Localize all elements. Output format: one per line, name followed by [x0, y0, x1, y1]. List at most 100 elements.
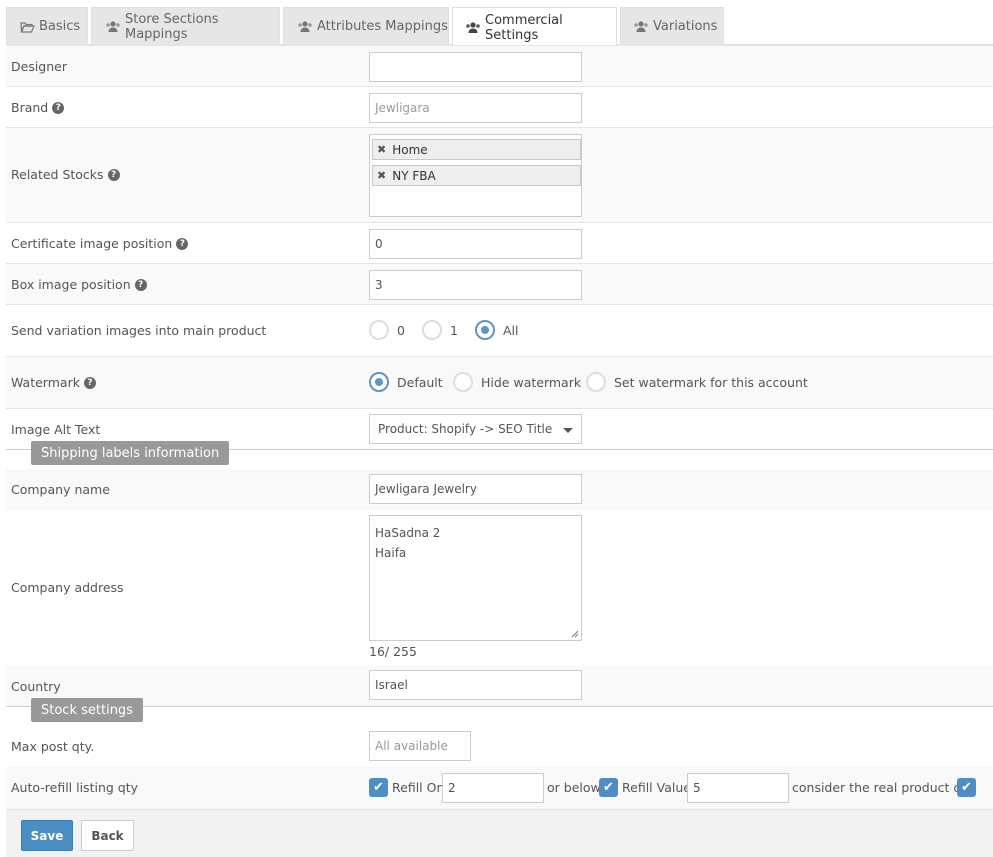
brand-label-text: Brand: [11, 100, 49, 115]
max-post-row: Max post qty. All available: [6, 726, 993, 767]
refill-value-label: Refill Value: [622, 780, 691, 795]
radio-watermark-hide[interactable]: Hide watermark: [453, 372, 581, 392]
certificate-position-label: Certificate image position ?: [11, 236, 189, 251]
users-icon: [465, 21, 481, 34]
auto-refill-row: Auto-refill listing qty ✔ Refill On 2 or…: [6, 767, 993, 809]
caret-down-icon: [563, 428, 573, 433]
radio-label: 0: [397, 322, 405, 338]
radio-circle: [453, 372, 473, 392]
radio-circle: [369, 320, 389, 340]
country-input[interactable]: Israel: [369, 670, 582, 700]
radio-label: All: [503, 322, 519, 338]
radio-circle-selected: [475, 320, 495, 340]
watermark-label: Watermark ?: [11, 375, 96, 390]
remove-tag-icon[interactable]: ✖: [377, 143, 386, 156]
refill-on-label: Refill On: [392, 780, 445, 795]
brand-input[interactable]: Jewligara: [369, 93, 582, 123]
radio-circle: [586, 372, 606, 392]
stock-tag: ✖ Home: [372, 139, 581, 160]
radio-label: 1: [450, 322, 458, 338]
users-icon: [297, 20, 313, 33]
designer-label: Designer: [11, 59, 67, 74]
designer-input[interactable]: [369, 52, 582, 82]
help-icon[interactable]: ?: [134, 278, 147, 291]
tab-label: Commercial Settings: [485, 12, 563, 43]
tab-label: Attributes Mappings: [317, 19, 448, 34]
related-stocks-label: Related Stocks ?: [11, 167, 120, 182]
max-post-input[interactable]: All available: [369, 731, 471, 761]
folder-open-icon: [19, 21, 35, 33]
radio-all[interactable]: All: [475, 320, 519, 340]
brand-row: Brand ? Jewligara: [6, 86, 993, 127]
or-below-text: or below: [547, 780, 601, 795]
image-alt-selected-value: Product: Shopify -> SEO Title: [378, 422, 553, 436]
company-name-input[interactable]: Jewligara Jewelry: [369, 474, 582, 504]
watermark-label-text: Watermark: [11, 375, 80, 390]
shipping-section-badge: Shipping labels information: [31, 441, 230, 465]
users-icon: [633, 20, 649, 33]
radio-label: Default: [397, 374, 443, 390]
radio-0[interactable]: 0: [369, 320, 405, 340]
box-position-label: Box image position ?: [11, 277, 147, 292]
stock-tag: ✖ NY FBA: [372, 165, 581, 186]
brand-label: Brand ?: [11, 100, 65, 115]
company-address-row: Company address HaSadna 2 Haifa 16/ 255: [6, 510, 993, 666]
radio-label: Set watermark for this account: [614, 374, 808, 390]
certificate-position-input[interactable]: 0: [369, 229, 582, 259]
company-address-label: Company address: [11, 580, 124, 595]
tab-variations[interactable]: Variations: [620, 7, 724, 45]
radio-circle-selected: [369, 372, 389, 392]
radio-1[interactable]: 1: [422, 320, 458, 340]
box-position-input[interactable]: 3: [369, 270, 582, 300]
tab-label: Store Sections Mappings: [125, 11, 219, 42]
radio-watermark-set[interactable]: Set watermark for this account: [586, 372, 808, 392]
tab-commercial-settings[interactable]: Commercial Settings: [452, 7, 617, 47]
users-icon: [105, 20, 121, 33]
box-position-label-text: Box image position: [11, 277, 131, 292]
tab-store-sections-mappings[interactable]: Store Sections Mappings: [91, 7, 280, 45]
company-address-textarea[interactable]: HaSadna 2 Haifa: [369, 515, 582, 641]
related-stocks-multiselect[interactable]: ✖ Home ✖ NY FBA: [369, 134, 582, 217]
char-counter: 16/ 255: [369, 644, 417, 659]
refill-value-checkbox[interactable]: ✔: [599, 778, 618, 797]
save-button[interactable]: Save: [21, 820, 73, 851]
radio-label: Hide watermark: [481, 374, 582, 390]
radio-watermark-default[interactable]: Default: [369, 372, 443, 392]
help-icon[interactable]: ?: [107, 168, 120, 181]
country-label: Country: [11, 679, 61, 694]
refill-on-checkbox[interactable]: ✔: [369, 778, 388, 797]
stock-tag-label: NY FBA: [392, 168, 436, 183]
related-stocks-label-text: Related Stocks: [11, 167, 104, 182]
tab-label: Variations: [653, 19, 718, 34]
stock-tag-label: Home: [392, 142, 428, 157]
radio-circle: [422, 320, 442, 340]
country-row: Country Israel: [6, 666, 993, 706]
box-position-row: Box image position ? 3: [6, 263, 993, 304]
refill-on-input[interactable]: 2: [442, 773, 544, 803]
consider-real-qty-label: consider the real product qty: [792, 780, 974, 795]
form-footer: Save Back: [6, 809, 993, 857]
stock-section-badge: Stock settings: [31, 698, 143, 722]
image-alt-select[interactable]: Product: Shopify -> SEO Title: [369, 414, 582, 444]
consider-real-qty-checkbox[interactable]: ✔: [957, 778, 976, 797]
certificate-position-label-text: Certificate image position: [11, 236, 173, 251]
designer-row: Designer: [6, 45, 993, 86]
address-line: Haifa: [375, 546, 407, 560]
back-button[interactable]: Back: [81, 820, 134, 851]
help-icon[interactable]: ?: [83, 376, 96, 389]
help-icon[interactable]: ?: [176, 237, 189, 250]
help-icon[interactable]: ?: [52, 101, 65, 114]
stock-divider: [6, 706, 993, 726]
related-stocks-row: Related Stocks ? ✖ Home ✖ NY FBA: [6, 127, 993, 222]
refill-value-input[interactable]: 5: [687, 773, 789, 803]
remove-tag-icon[interactable]: ✖: [377, 169, 386, 182]
tab-attributes-mappings[interactable]: Attributes Mappings: [283, 7, 449, 45]
resize-handle-icon[interactable]: [571, 630, 579, 638]
auto-refill-label: Auto-refill listing qty: [11, 780, 139, 795]
tab-label: Basics: [39, 19, 81, 34]
send-variation-label: Send variation images into main product: [11, 323, 267, 338]
tab-bar: Basics Store Sections Mappings Attribute…: [6, 6, 993, 47]
company-name-label: Company name: [11, 482, 110, 497]
tab-basics[interactable]: Basics: [6, 7, 88, 45]
certificate-position-row: Certificate image position ? 0: [6, 222, 993, 263]
